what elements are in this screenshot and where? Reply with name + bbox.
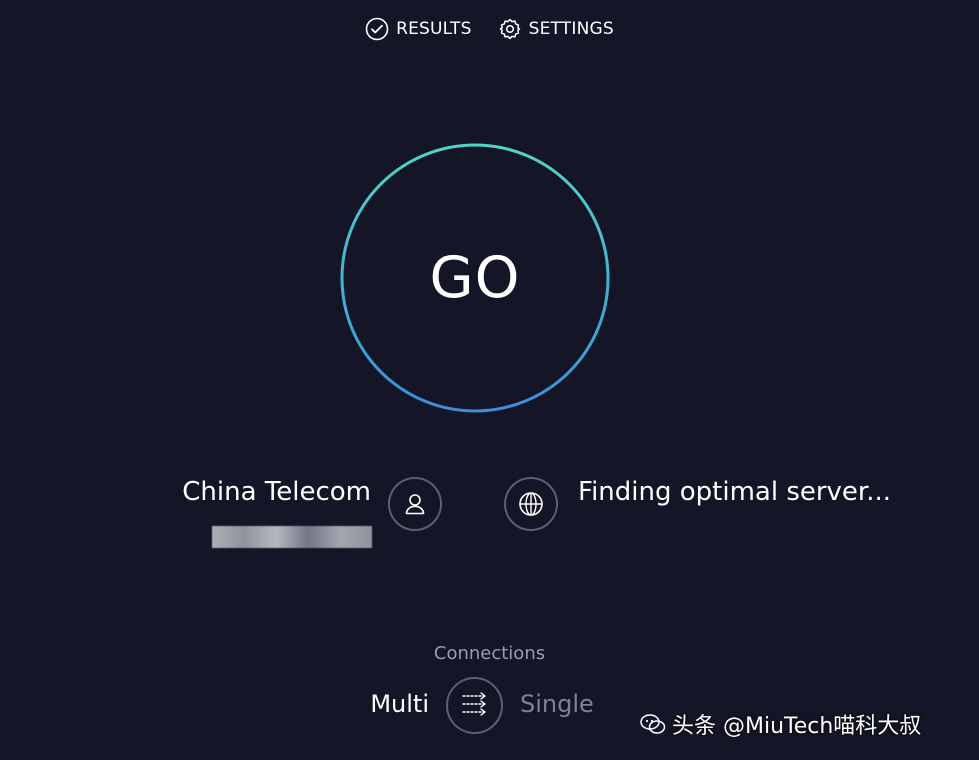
user-icon[interactable] — [388, 477, 442, 531]
globe-icon[interactable] — [504, 477, 558, 531]
settings-label: SETTINGS — [528, 19, 614, 39]
arrows-icon — [460, 691, 490, 721]
check-circle-icon — [365, 17, 389, 41]
gear-icon — [498, 17, 522, 41]
top-nav: RESULTS SETTINGS — [0, 14, 979, 44]
provider-ip-redacted — [212, 526, 372, 548]
watermark: 头条 @MiuTech喵科大叔 — [640, 708, 921, 740]
watermark-text: 头条 @MiuTech喵科大叔 — [672, 714, 922, 739]
chat-bubble-icon — [640, 713, 666, 735]
settings-nav-item[interactable]: SETTINGS — [498, 17, 614, 41]
connections-toggle[interactable] — [446, 677, 503, 734]
server-status: Finding optimal server... — [578, 477, 892, 507]
provider-name: China Telecom — [182, 477, 371, 507]
go-ring-wrapper: GO — [340, 143, 610, 413]
connections-single-option[interactable]: Single — [520, 690, 594, 718]
connections-multi-option[interactable]: Multi — [370, 690, 429, 718]
results-label: RESULTS — [396, 19, 472, 39]
results-nav-item[interactable]: RESULTS — [365, 17, 472, 41]
connections-label: Connections — [433, 643, 546, 664]
go-button[interactable]: GO — [340, 143, 610, 413]
